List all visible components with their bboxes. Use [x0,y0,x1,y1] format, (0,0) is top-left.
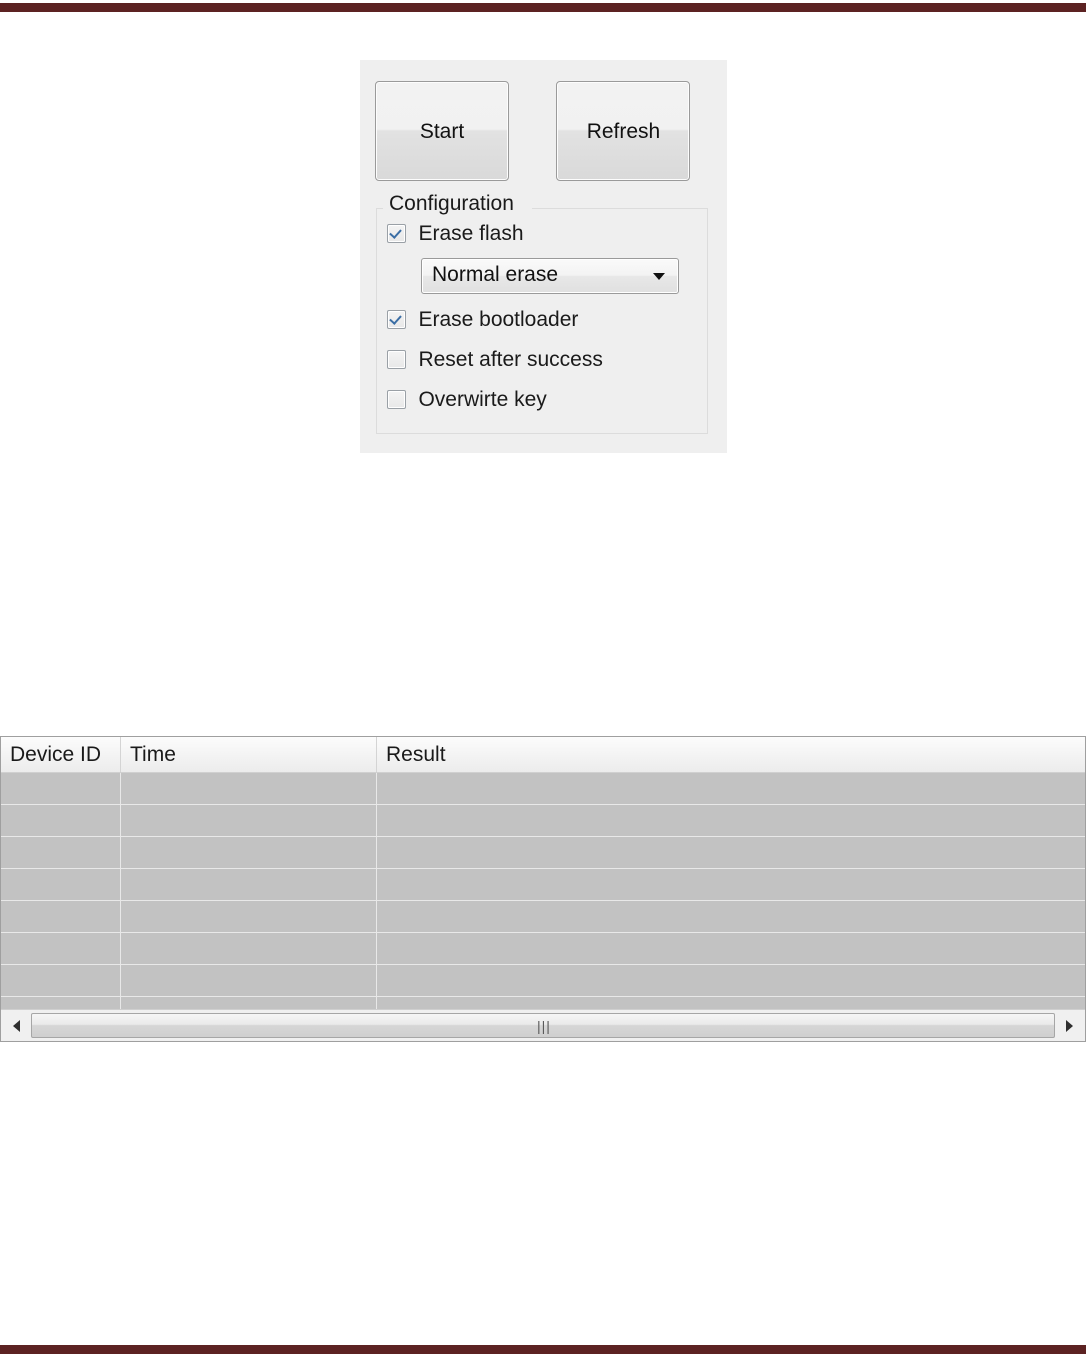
table-row[interactable] [1,965,1085,997]
table-cell-result[interactable] [377,933,1085,964]
table-cell-device_id[interactable] [1,773,121,804]
table-cell-time[interactable] [121,869,377,900]
checkbox-label-overwrite-key: Overwirte key [418,388,547,411]
checkbox-row-overwrite-key[interactable]: Overwirte key [387,388,547,414]
table-row[interactable] [1,933,1085,965]
scrollbar-track[interactable]: ||| [31,1013,1055,1038]
column-header-result[interactable]: Result [377,737,1085,772]
configuration-legend: Configuration [386,192,520,216]
table-cell-device_id[interactable] [1,837,121,868]
table-header-row: Device ID Time Result [1,737,1085,773]
table-cell-time[interactable] [121,901,377,932]
refresh-button[interactable]: Refresh [556,81,691,181]
table-row[interactable] [1,837,1085,869]
table-row[interactable] [1,773,1085,805]
checkbox-label-reset-after-success: Reset after success [418,348,603,371]
page-top-rule [0,3,1086,12]
checkbox-row-erase-flash[interactable]: Erase flash [387,222,524,248]
start-button[interactable]: Start [375,81,509,181]
triangle-right-icon[interactable] [1055,1010,1085,1041]
chevron-down-icon[interactable] [653,273,665,280]
control-panel: Start Refresh Configuration Erase flash … [360,60,727,453]
table-cell-device_id[interactable] [1,933,121,964]
page-bottom-rule [0,1345,1086,1354]
table-body [1,773,1085,1029]
erase-mode-selected-value: Normal erase [432,263,559,286]
table-cell-device_id[interactable] [1,965,121,996]
table-cell-time[interactable] [121,805,377,836]
checkbox-label-erase-flash: Erase flash [418,222,524,245]
checkbox-row-erase-bootloader[interactable]: Erase bootloader [387,308,578,334]
table-cell-time[interactable] [121,773,377,804]
scrollbar-thumb[interactable]: ||| [31,1013,1055,1038]
table-cell-result[interactable] [377,837,1085,868]
table-row[interactable] [1,901,1085,933]
table-cell-result[interactable] [377,901,1085,932]
column-header-time[interactable]: Time [121,737,377,772]
table-cell-device_id[interactable] [1,805,121,836]
table-cell-result[interactable] [377,805,1085,836]
table-row[interactable] [1,869,1085,901]
horizontal-scrollbar[interactable]: ||| [1,1009,1085,1041]
checkbox-overwrite-key[interactable] [387,390,406,409]
results-table: Device ID Time Result ||| [0,736,1086,1042]
table-cell-result[interactable] [377,965,1085,996]
table-cell-result[interactable] [377,773,1085,804]
scrollbar-thumb-grip: ||| [537,1017,551,1034]
checkbox-reset-after-success[interactable] [387,350,406,369]
table-cell-device_id[interactable] [1,869,121,900]
erase-mode-combobox[interactable]: Normal erase [421,258,679,294]
checkbox-label-erase-bootloader: Erase bootloader [418,308,579,331]
table-cell-time[interactable] [121,965,377,996]
table-cell-time[interactable] [121,837,377,868]
checkbox-erase-flash[interactable] [387,224,406,243]
column-header-device-id[interactable]: Device ID [1,737,121,772]
table-cell-device_id[interactable] [1,901,121,932]
table-cell-result[interactable] [377,869,1085,900]
checkbox-erase-bootloader[interactable] [387,310,406,329]
table-cell-time[interactable] [121,933,377,964]
configuration-group-box: Configuration Erase flash Normal erase E… [376,192,708,434]
table-row[interactable] [1,805,1085,837]
action-button-row: Start Refresh [375,81,691,181]
checkbox-row-reset-after-success[interactable]: Reset after success [387,348,603,374]
triangle-left-icon[interactable] [1,1010,31,1041]
